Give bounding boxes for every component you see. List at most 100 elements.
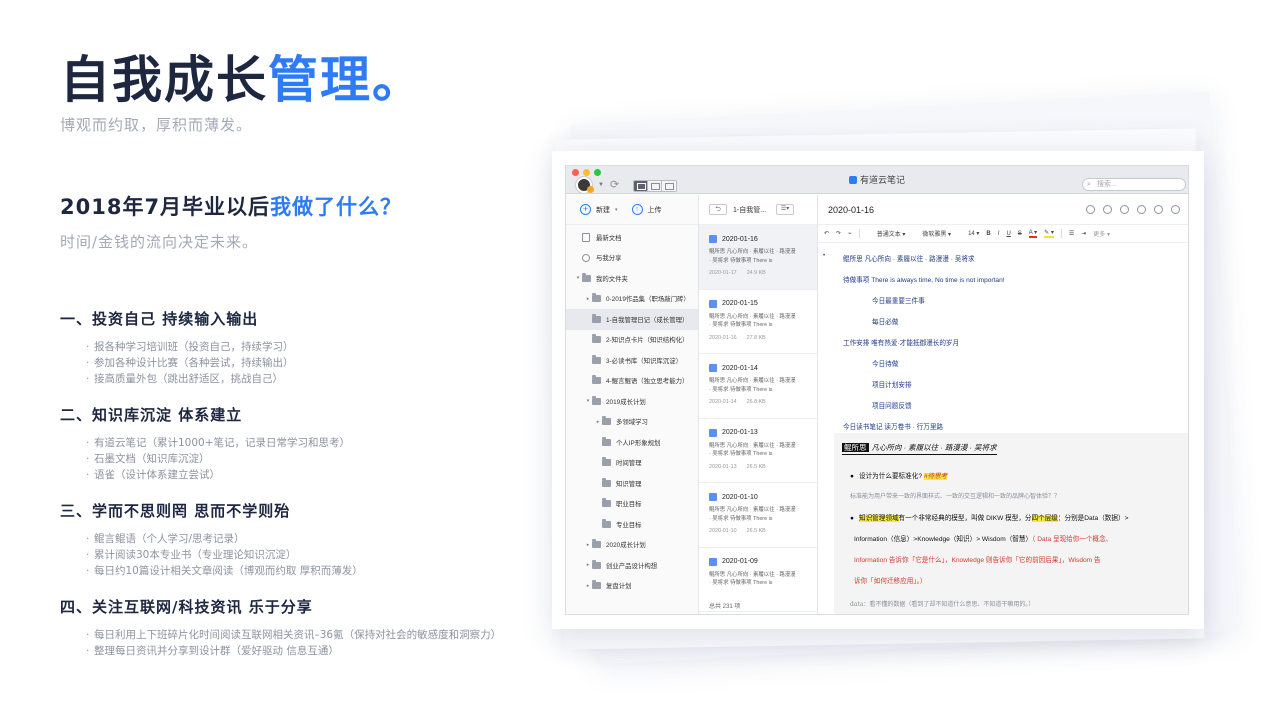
underline-button[interactable]: U	[1006, 231, 1010, 237]
note-snippet: · 吴将求 待做事项 There is	[709, 580, 773, 586]
note-card[interactable]: 2020-01-16 鲲所思 凡心所向 · 素履以往 · 路漫漫 · 吴将求 待做事…	[699, 225, 817, 290]
present-icon[interactable]	[1120, 205, 1129, 214]
note-date: 2020-01-13	[709, 463, 737, 470]
sidebar-item[interactable]: ▸ 2020成长计划	[566, 535, 698, 556]
upload-button[interactable]: ↑ 上传	[631, 204, 662, 215]
sidebar-item[interactable]: ▸ 0-2019作品集（职场敲门砖）	[566, 289, 698, 310]
note-icon	[709, 557, 717, 566]
editor-line[interactable]: 项目计划安排	[872, 379, 912, 389]
highlight-button[interactable]: ✎ ▾	[1044, 229, 1054, 238]
new-button[interactable]: + 新建 ▾	[580, 204, 618, 215]
editor-line[interactable]: 待做事项 There is always time, No time is no…	[843, 274, 1005, 284]
sidebar-item[interactable]: 1-自我管理日记（成长管理）	[566, 309, 698, 330]
note-snippet: 鲲所思 凡心所向 · 素履以往 · 路漫漫	[709, 442, 796, 449]
red-text: Information 告诉你「它是什么」，Knowledge 则告诉你「它的前…	[854, 557, 1101, 564]
sidebar-item[interactable]: 与我分享	[566, 248, 698, 269]
folder-icon	[602, 457, 611, 467]
editor-line[interactable]: 今日最重要三件事	[872, 295, 925, 305]
editor-line[interactable]: 工作安排 唯有热爱·才能抵御漫长的岁月	[843, 337, 959, 347]
expand-arrow-icon[interactable]: ▸	[584, 583, 592, 589]
note-card[interactable]: 2020-01-15 鲲所思 凡心所向 · 素履以往 · 路漫漫 · 吴将求 待做事…	[699, 290, 817, 354]
sidebar-item[interactable]: 职业目标	[566, 494, 698, 515]
more-button[interactable]: 更多 ▾	[1093, 229, 1110, 238]
search-input[interactable]: ⌕ 搜索...	[1082, 178, 1186, 191]
expand-arrow-icon[interactable]: ▸	[584, 296, 592, 302]
quote-block[interactable]: 鲲所思 凡心所向 · 素履以往 · 路漫漫 · 吴将求 ● 设计为什么要标准化? #…	[834, 433, 1188, 614]
section-item: 参加各种设计比赛（各种尝试，持续输出）	[60, 355, 540, 371]
bold-button[interactable]: B	[986, 231, 990, 237]
note-card[interactable]: 2020-01-14 鲲所思 凡心所向 · 素履以往 · 路漫漫 · 吴将求 待做事…	[699, 354, 817, 419]
sort-button[interactable]: ☰▾	[776, 204, 795, 215]
editor-line[interactable]: 今日读书笔记 读万卷书 · 行万里路	[843, 421, 943, 431]
format-brush-button[interactable]: ⌁	[848, 230, 852, 237]
find-icon[interactable]	[1086, 205, 1095, 214]
redo-button[interactable]: ↷	[836, 230, 841, 237]
editor-line[interactable]: 项目问题反馈	[872, 400, 912, 410]
expand-arrow-icon[interactable]: ▾	[584, 398, 592, 404]
quote-line: ● 知识管理领域有一个非常经典的模型，叫做 DIKW 模型，分四个层级：分别是Da…	[850, 512, 1128, 522]
folder-icon	[602, 416, 611, 426]
font-family-select[interactable]: 微软雅黑 ▾	[922, 229, 951, 238]
divider	[858, 229, 860, 238]
editor-line[interactable]: 今日待做	[872, 358, 898, 368]
app-body: + 新建 ▾ ↑ 上传 最新文档与我分享 ▾ 我的文件夹 ▸ 0-2019作品集（职场敲门砖）…	[566, 195, 1188, 614]
sidebar-item-label: 创业产品设计构想	[606, 562, 658, 570]
sidebar-item[interactable]: 最新文档	[566, 227, 698, 248]
sidebar-item-label: 复盘计划	[606, 583, 632, 591]
note-meta: 2020-01-13 26.5 KB	[709, 464, 817, 470]
sidebar-item[interactable]: ▾ 2019成长计划	[566, 391, 698, 412]
sidebar-item-label: 2-知识点卡片（知识结构化）	[606, 337, 689, 345]
editor-line[interactable]: 鲲所思 凡心所向 · 素履以往 · 路漫漫 · 吴将求	[843, 253, 975, 263]
folder-icon	[592, 580, 601, 590]
font-color-button[interactable]: A ▾	[1028, 229, 1038, 238]
font-size-select[interactable]: 14 ▾	[968, 230, 979, 237]
sidebar-actions: + 新建 ▾ ↑ 上传	[566, 195, 698, 225]
note-title-text: 2020-01-10	[722, 493, 758, 501]
sidebar-item[interactable]: 时间管理	[566, 453, 698, 474]
sidebar-item[interactable]: ▸ 创业产品设计构想	[566, 555, 698, 576]
expand-arrow-icon[interactable]: ▸	[584, 542, 592, 548]
hero-subtitle: 博观而约取，厚积而薄发。	[60, 116, 253, 134]
indent-button[interactable]: ⇥	[1081, 230, 1086, 237]
sidebar-item[interactable]: 个人IP形象规划	[566, 432, 698, 453]
share-icon[interactable]	[1103, 205, 1112, 214]
bullet-icon: •	[823, 253, 826, 259]
sidebar-item-label: 最新文档	[596, 234, 622, 242]
sidebar-item[interactable]: 3-必读书库（知识库沉淀）	[566, 350, 698, 371]
expand-arrow-icon[interactable]: ▸	[584, 562, 592, 568]
sidebar-item[interactable]: 知识管理	[566, 473, 698, 494]
tag-icon[interactable]	[1154, 205, 1163, 214]
folder-tree: 最新文档与我分享 ▾ 我的文件夹 ▸ 0-2019作品集（职场敲门砖） 1-自我管理日记（…	[566, 225, 698, 596]
folder-icon	[592, 539, 601, 549]
sidebar-item[interactable]: 专业目标	[566, 514, 698, 535]
sidebar-item-label: 3-必读书库（知识库沉淀）	[606, 357, 682, 365]
new-label: 新建	[596, 206, 610, 214]
bullet-dot: ●	[850, 473, 854, 480]
expand-arrow-icon[interactable]: ▸	[594, 419, 602, 425]
note-card[interactable]: 2020-01-10 鲲所思 凡心所向 · 素履以往 · 路漫漫 · 吴将求 待做事…	[699, 483, 817, 548]
note-list-header: ⮌ 1-自我管... ☰▾	[699, 195, 817, 225]
note-icon	[709, 428, 717, 437]
strikethrough-button[interactable]: S	[1018, 231, 1022, 237]
back-button[interactable]: ⮌	[709, 204, 727, 215]
sidebar-item[interactable]: 2-知识点卡片（知识结构化）	[566, 330, 698, 351]
paragraph-style-select[interactable]: 普通文本 ▾	[877, 229, 906, 238]
italic-button[interactable]: I	[998, 231, 1000, 237]
sidebar-item[interactable]: ▸ 多领域学习	[566, 412, 698, 433]
editor: 2020-01-16 ↶ ↷ ⌁ 普通文本 ▾ 微软雅黑 ▾ 14 ▾ B I …	[818, 195, 1188, 614]
section-item: 有道云笔记（累计1000+笔记，记录日常学习和思考）	[60, 435, 540, 451]
sidebar-item[interactable]: ▸ 复盘计划	[566, 576, 698, 597]
undo-button[interactable]: ↶	[824, 230, 829, 237]
editor-line[interactable]: 每日必做	[872, 316, 898, 326]
info-icon[interactable]	[1171, 205, 1180, 214]
note-title[interactable]: 2020-01-16	[828, 205, 874, 215]
sidebar-item[interactable]: 4-鲲言鲲语（独立思考能力）	[566, 371, 698, 392]
upload-icon: ↑	[631, 204, 643, 215]
expand-arrow-icon[interactable]: ▾	[574, 275, 582, 281]
note-title-text: 2020-01-09	[722, 558, 758, 565]
history-icon[interactable]	[1137, 205, 1146, 214]
list-button[interactable]: ☰	[1069, 230, 1074, 237]
sidebar-item[interactable]: ▾ 我的文件夹	[566, 268, 698, 289]
sidebar-item-label: 1-自我管理日记（成长管理）	[606, 316, 689, 324]
note-card[interactable]: 2020-01-13 鲲所思 凡心所向 · 素履以往 · 路漫漫 · 吴将求 待做事…	[699, 419, 817, 483]
